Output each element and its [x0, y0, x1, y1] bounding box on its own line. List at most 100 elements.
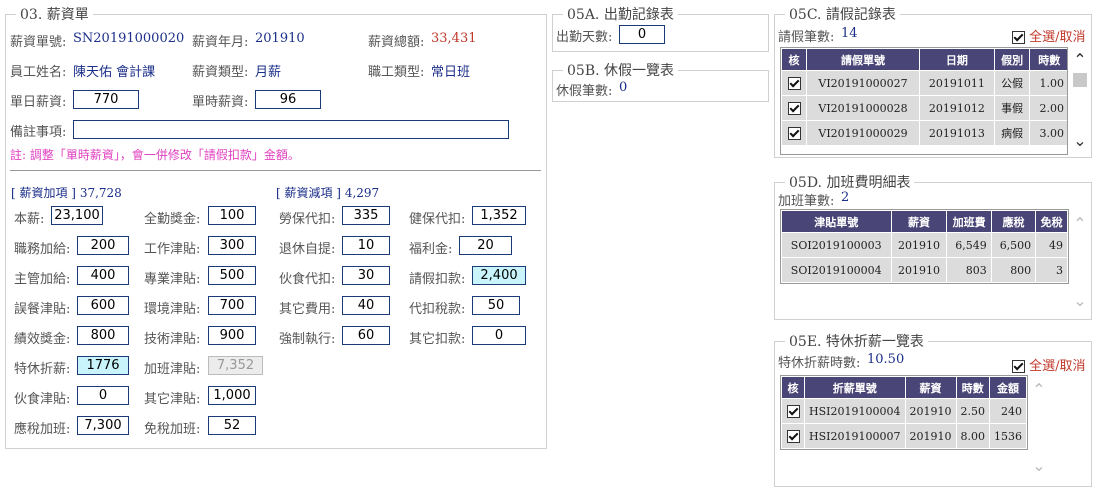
annual-hours: 2.50 [955, 398, 990, 424]
annual-amount: 1536 [989, 423, 1027, 449]
salary-type-value: 月薪 [255, 65, 282, 80]
add-item-input[interactable] [208, 266, 256, 285]
add-item-input[interactable] [208, 326, 256, 345]
holiday-legend: 05B. 休假一覽表 [567, 63, 675, 79]
chevron-down-icon[interactable]: ⌄ [1032, 456, 1045, 475]
employee-label: 員工姓名: [10, 65, 67, 80]
add-item-input[interactable] [77, 266, 129, 285]
leave-hours: 1.00 [1029, 70, 1067, 96]
sub-item-input[interactable] [342, 296, 390, 315]
sub-item-input[interactable] [472, 326, 526, 345]
leave-select-all[interactable]: 全選/取消 [1012, 26, 1086, 45]
annual-amount: 240 [989, 398, 1027, 424]
sub-item-input[interactable] [459, 236, 512, 255]
salary-ym-label: 薪資年月: [192, 35, 249, 50]
sub-item-input[interactable] [472, 296, 520, 315]
daily-wage-input[interactable] [73, 90, 139, 109]
add-item-input[interactable] [208, 236, 256, 255]
add-item-input[interactable] [77, 416, 129, 435]
col-header: 請假單號 [805, 48, 921, 71]
table-header-row: 津貼單號 薪資 加班費 應稅 免稅 [781, 210, 1068, 233]
sub-item-input[interactable] [342, 236, 390, 255]
table-row[interactable]: VI20191000029 20191013 病假 3.00 [781, 120, 1067, 146]
add-item-label: 誤餐津貼: [14, 302, 71, 317]
sub-item-input[interactable] [342, 206, 390, 225]
sub-item-input[interactable] [342, 266, 390, 285]
chevron-up-icon[interactable]: ⌃ [1073, 50, 1086, 69]
add-item-label: 應稅加班: [14, 422, 71, 437]
table-row[interactable]: VI20191000028 20191012 事假 2.00 [781, 95, 1067, 121]
leave-no: VI20191000029 [805, 120, 921, 146]
col-header: 核 [781, 48, 807, 71]
overtime-no: SOI2019100003 [781, 232, 892, 258]
col-header: 薪資 [904, 376, 957, 399]
annual-leave-pay-input[interactable] [77, 356, 129, 375]
overtime-table-wrap: 津貼單號 薪資 加班費 應稅 免稅 SOI2019100003 201910 6… [780, 209, 1069, 284]
table-row[interactable]: VI20191000027 20191011 公假 1.00 [781, 70, 1067, 96]
row-checkbox[interactable] [787, 76, 801, 90]
leave-count-label: 請假筆數: [778, 30, 835, 45]
add-item-input[interactable] [208, 296, 256, 315]
annual-scrollbar[interactable]: ⌃ ⌄ [1029, 380, 1049, 475]
row-checkbox[interactable] [787, 101, 801, 115]
leave-table-wrap: 核 請假單號 日期 假別 時數 VI20191000027 20191011 公… [780, 47, 1068, 155]
row-checkbox[interactable] [786, 404, 800, 418]
chevron-up-icon[interactable]: ⌃ [1032, 380, 1045, 399]
leave-table: 核 請假單號 日期 假別 時數 VI20191000027 20191011 公… [781, 48, 1067, 146]
select-all-checkbox[interactable] [1012, 31, 1025, 44]
add-item-input[interactable] [208, 416, 256, 435]
annual-hours: 8.00 [955, 423, 990, 449]
table-row[interactable]: SOI2019100003 201910 6,549 6,500 49 [781, 232, 1068, 258]
chevron-down-icon[interactable]: ⌄ [1073, 291, 1086, 310]
leave-deduction-input[interactable] [472, 266, 526, 285]
row-checkbox[interactable] [786, 429, 800, 443]
chevron-down-icon[interactable]: ⌄ [1073, 131, 1086, 150]
add-item-label: 特休折薪: [14, 362, 71, 377]
overtime-count-label: 加班筆數: [778, 194, 835, 209]
leave-scrollbar[interactable]: ⌃ ⌄ [1070, 50, 1090, 150]
add-item-label: 本薪: [14, 212, 45, 227]
holiday-count-value: 0 [619, 80, 628, 95]
add-item-input[interactable] [208, 386, 256, 405]
add-item-label: 免稅加班: [144, 422, 201, 437]
add-item-input[interactable] [77, 296, 129, 315]
annual-select-all[interactable]: 全選/取消 [1012, 355, 1086, 374]
sub-item-label: 代扣稅款: [409, 302, 466, 317]
scroll-thumb[interactable] [1073, 73, 1087, 87]
note-input[interactable] [73, 120, 509, 139]
salary-ym-value: 201910 [255, 31, 305, 46]
salary-total-value: 33,431 [431, 31, 477, 46]
leave-date: 20191013 [919, 120, 995, 146]
overtime-tax: 6,500 [990, 232, 1037, 258]
add-item-input[interactable] [77, 386, 129, 405]
leave-no: VI20191000028 [805, 95, 921, 121]
table-row[interactable]: SOI2019100004 201910 803 800 3 [781, 257, 1068, 283]
leave-type: 公假 [993, 70, 1031, 96]
add-item-input[interactable] [77, 236, 129, 255]
row-checkbox[interactable] [787, 126, 801, 140]
table-row[interactable]: HSI2019100007 201910 8.00 1536 [781, 423, 1027, 449]
annual-ym: 201910 [904, 398, 957, 424]
salary-no-label: 薪資單號: [10, 35, 67, 50]
deductions-heading: [ 薪資減項 ] 4,297 [276, 184, 379, 201]
deductions-label: [ 薪資減項 ] [276, 186, 341, 200]
overtime-scrollbar[interactable]: ⌃ ⌄ [1070, 214, 1090, 310]
sub-item-input[interactable] [342, 326, 390, 345]
overtime-count-value: 2 [841, 190, 850, 205]
sub-item-input[interactable] [472, 206, 526, 225]
leave-date: 20191011 [919, 70, 995, 96]
hourly-wage-label: 單時薪資: [192, 95, 249, 110]
annual-hours-value: 10.50 [867, 352, 905, 367]
add-item-label: 全勤獎金: [144, 212, 201, 227]
table-row[interactable]: HSI2019100004 201910 2.50 240 [781, 398, 1027, 424]
chevron-up-icon[interactable]: ⌃ [1073, 214, 1086, 233]
select-all-checkbox[interactable] [1012, 360, 1025, 373]
add-item-input[interactable] [208, 206, 256, 225]
hourly-wage-input[interactable] [255, 90, 321, 109]
add-item-input[interactable] [77, 326, 129, 345]
col-header: 津貼單號 [781, 210, 892, 233]
overtime-allowance-input [208, 356, 263, 375]
attendance-days-input[interactable] [619, 25, 665, 44]
add-item-label: 加班津貼: [144, 362, 201, 377]
add-item-input[interactable] [51, 206, 103, 225]
